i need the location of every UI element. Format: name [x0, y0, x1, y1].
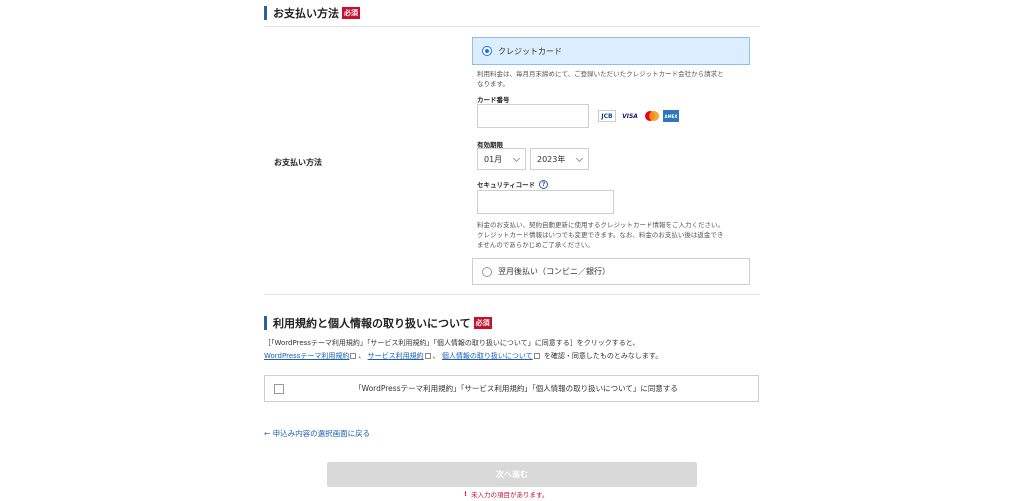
help-icon[interactable]: ?	[539, 179, 549, 189]
required-badge: 必須	[342, 7, 360, 19]
terms-description: ［「WordPressテーマ利用規約」「サービス利用規約」「個人情報の取り扱いに…	[264, 339, 663, 360]
jcb-logo-icon: JCB	[598, 110, 616, 122]
divider	[264, 294, 760, 295]
amex-logo-icon: AMEX	[663, 110, 679, 122]
external-link-icon	[533, 353, 540, 359]
payment-row-label: お支払い方法	[274, 158, 322, 167]
next-button[interactable]: 次へ進む	[327, 462, 697, 487]
mastercard-logo-icon	[644, 110, 660, 122]
payment-option-credit-card[interactable]: クレジットカード	[472, 37, 750, 65]
error-icon: !	[464, 490, 467, 498]
card-number-label: カード番号	[477, 96, 510, 104]
chevron-down-icon	[575, 154, 584, 163]
link-theme-terms[interactable]: WordPressテーマ利用規約	[264, 352, 349, 360]
link-service-terms[interactable]: サービス利用規約	[368, 352, 424, 360]
payment-section-title: お支払い方法 必須	[264, 5, 360, 21]
terms-agree-box[interactable]: 「WordPressテーマ利用規約」「サービス利用規約」「個人情報の取り扱いにつ…	[264, 375, 759, 402]
card-brand-logos: JCB VISA AMEX	[598, 110, 679, 122]
security-code-input[interactable]	[477, 190, 614, 214]
section-accent-bar	[264, 6, 267, 20]
payment-option-postpay[interactable]: 翌月後払い（コンビニ／銀行）	[472, 258, 750, 285]
visa-logo-icon: VISA	[622, 112, 638, 120]
agree-label: 「WordPressテーマ利用規約」「サービス利用規約」「個人情報の取り扱いにつ…	[354, 384, 678, 393]
mastercard-circles	[645, 111, 659, 121]
required-badge: 必須	[473, 317, 492, 329]
expiry-month-select[interactable]: 01月	[477, 148, 526, 170]
credit-card-note: 利用料金は、毎月月末締めにて、ご登録いただいたクレジットカード会社から請求と な…	[477, 70, 724, 88]
external-link-icon	[424, 353, 431, 359]
error-message: ! 未入力の項目があります。	[464, 490, 549, 499]
divider	[264, 26, 760, 27]
terms-section-title: 利用規約と個人情報の取り扱いについて 必須	[264, 315, 492, 331]
link-privacy-policy[interactable]: 個人情報の取り扱いについて	[442, 352, 533, 360]
card-number-input[interactable]	[477, 104, 589, 128]
section-accent-bar	[264, 316, 267, 330]
security-note: 料金のお支払い、契約自動更新に使用するクレジットカード情報をご入力ください。 ク…	[477, 221, 724, 249]
expiry-year-select[interactable]: 2023年	[530, 148, 589, 170]
radio-unselected-icon[interactable]	[482, 266, 492, 277]
agree-checkbox[interactable]	[274, 383, 284, 394]
external-link-icon	[350, 353, 357, 359]
chevron-down-icon	[512, 154, 521, 163]
security-code-label: セキュリティコード ?	[477, 179, 549, 189]
back-to-selection-link[interactable]: ← 申込み内容の選択画面に戻る	[264, 428, 370, 439]
radio-selected-icon[interactable]	[482, 46, 492, 56]
